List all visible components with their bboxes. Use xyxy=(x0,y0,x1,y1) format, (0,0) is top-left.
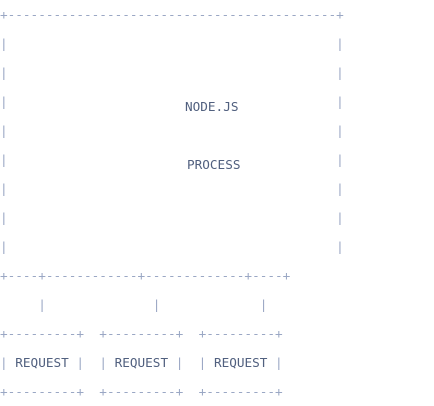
request-label-3: REQUEST xyxy=(213,355,268,370)
process-box-side: | | xyxy=(0,94,344,109)
process-box-side: | | xyxy=(0,123,344,138)
process-box-side: | | xyxy=(0,239,344,254)
process-box-side: | | xyxy=(0,36,344,51)
process-box-side: | | xyxy=(0,65,344,80)
request-label-1: REQUEST xyxy=(15,355,69,370)
process-box-side: | | xyxy=(0,181,344,196)
request-boxes-middle: | REQUEST | | REQUEST | | REQUEST | xyxy=(0,355,283,370)
process-box-bottom-border: +----+------------+-------------+----+ xyxy=(0,268,291,283)
process-box-side: | | xyxy=(0,152,344,167)
connector-lines: | | | xyxy=(0,297,268,312)
request-boxes-bottom: +---------+ +---------+ +---------+ xyxy=(0,384,283,399)
process-box-top-border: +---------------------------------------… xyxy=(0,7,344,22)
process-box-side: | | xyxy=(0,210,344,225)
request-boxes-top: +---------+ +---------+ +---------+ xyxy=(0,326,283,341)
ascii-diagram: +---------------------------------------… xyxy=(0,0,434,401)
request-label-2: REQUEST xyxy=(114,355,169,370)
